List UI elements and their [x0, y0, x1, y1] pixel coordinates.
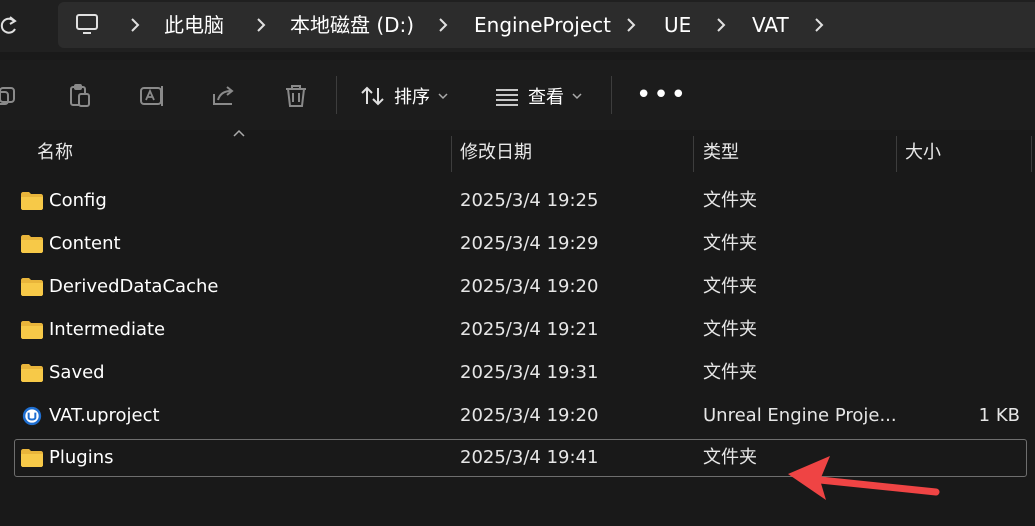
- unreal-engine-icon: [22, 406, 42, 426]
- file-name: Saved: [49, 362, 105, 383]
- breadcrumb-engineproject[interactable]: EngineProject: [474, 2, 611, 48]
- folder-icon: [21, 278, 43, 296]
- file-modified: 2025/3/4 19:29: [460, 233, 599, 254]
- file-name: Plugins: [49, 447, 114, 468]
- file-modified: 2025/3/4 19:20: [460, 405, 599, 426]
- file-name: DerivedDataCache: [49, 276, 219, 297]
- chevron-right-icon[interactable]: [810, 15, 828, 35]
- breadcrumb-this-pc[interactable]: 此电脑: [164, 2, 224, 48]
- file-name: Intermediate: [49, 319, 166, 340]
- annotation-arrow: [788, 456, 940, 500]
- file-type: 文件夹: [703, 233, 757, 254]
- command-bar: 排序 查看 •••: [0, 60, 1035, 130]
- address-bar[interactable]: 此电脑 本地磁盘 (D:) EngineProject UE VAT: [58, 2, 1035, 48]
- file-modified: 2025/3/4 19:21: [460, 319, 599, 340]
- file-modified: 2025/3/4 19:31: [460, 362, 599, 383]
- folder-icon: [21, 364, 43, 382]
- column-header-size[interactable]: 大小: [905, 136, 941, 172]
- file-type: 文件夹: [703, 319, 757, 340]
- column-divider[interactable]: [693, 136, 694, 172]
- file-row[interactable]: Config 2025/3/4 19:25 文件夹: [14, 182, 1027, 220]
- this-pc-icon[interactable]: [74, 12, 100, 38]
- file-type: 文件夹: [703, 362, 757, 383]
- file-type: Unreal Engine Proje...: [703, 405, 897, 426]
- folder-icon: [21, 192, 43, 210]
- file-size: 1 KB: [978, 405, 1020, 426]
- address-row: 此电脑 本地磁盘 (D:) EngineProject UE VAT: [0, 0, 1035, 52]
- toolbar-divider: [336, 76, 337, 114]
- file-type: 文件夹: [703, 190, 757, 211]
- chevron-right-icon[interactable]: [712, 15, 730, 35]
- chevron-right-icon[interactable]: [622, 15, 640, 35]
- chevron-right-icon[interactable]: [434, 15, 452, 35]
- copy-icon[interactable]: [0, 82, 20, 110]
- breadcrumb-ue[interactable]: UE: [664, 2, 691, 48]
- file-name: VAT.uproject: [49, 405, 160, 426]
- column-header-type[interactable]: 类型: [703, 136, 739, 172]
- view-label: 查看: [528, 87, 564, 108]
- column-divider[interactable]: [1031, 136, 1032, 172]
- folder-icon: [21, 321, 43, 339]
- sort-button[interactable]: 排序: [360, 80, 448, 112]
- file-row[interactable]: DerivedDataCache 2025/3/4 19:20 文件夹: [14, 268, 1027, 306]
- file-name: Config: [49, 190, 107, 211]
- file-row[interactable]: Saved 2025/3/4 19:31 文件夹: [14, 354, 1027, 392]
- toolbar-divider: [611, 76, 612, 114]
- chevron-right-icon[interactable]: [126, 15, 144, 35]
- file-modified: 2025/3/4 19:25: [460, 190, 599, 211]
- sort-label: 排序: [394, 87, 430, 108]
- file-row[interactable]: Content 2025/3/4 19:29 文件夹: [14, 225, 1027, 263]
- file-modified: 2025/3/4 19:20: [460, 276, 599, 297]
- delete-icon[interactable]: [282, 82, 310, 110]
- column-divider[interactable]: [451, 136, 452, 172]
- chevron-down-icon: [438, 93, 448, 100]
- more-options-button[interactable]: •••: [636, 82, 688, 108]
- view-button[interactable]: 查看: [494, 80, 582, 112]
- paste-icon[interactable]: [66, 82, 94, 110]
- column-header-modified[interactable]: 修改日期: [460, 136, 532, 172]
- sort-ascending-icon: [233, 129, 245, 137]
- file-type: 文件夹: [703, 276, 757, 297]
- file-row[interactable]: VAT.uproject 2025/3/4 19:20 Unreal Engine …: [14, 397, 1027, 435]
- chevron-down-icon: [572, 93, 582, 100]
- breadcrumb-drive-d[interactable]: 本地磁盘 (D:): [290, 2, 414, 48]
- breadcrumb-vat[interactable]: VAT: [752, 2, 789, 48]
- sort-icon: [361, 86, 384, 106]
- file-type: 文件夹: [703, 447, 757, 468]
- column-divider[interactable]: [896, 136, 897, 172]
- chevron-right-icon[interactable]: [252, 15, 270, 35]
- file-modified: 2025/3/4 19:41: [460, 447, 599, 468]
- view-list-icon: [496, 89, 518, 106]
- file-row[interactable]: Intermediate 2025/3/4 19:21 文件夹: [14, 311, 1027, 349]
- folder-icon: [21, 235, 43, 253]
- refresh-icon[interactable]: [0, 12, 20, 38]
- share-icon[interactable]: [210, 82, 238, 110]
- file-name: Content: [49, 233, 121, 254]
- rename-icon[interactable]: [138, 82, 166, 110]
- column-header-name[interactable]: 名称: [37, 136, 73, 172]
- folder-icon: [21, 449, 43, 467]
